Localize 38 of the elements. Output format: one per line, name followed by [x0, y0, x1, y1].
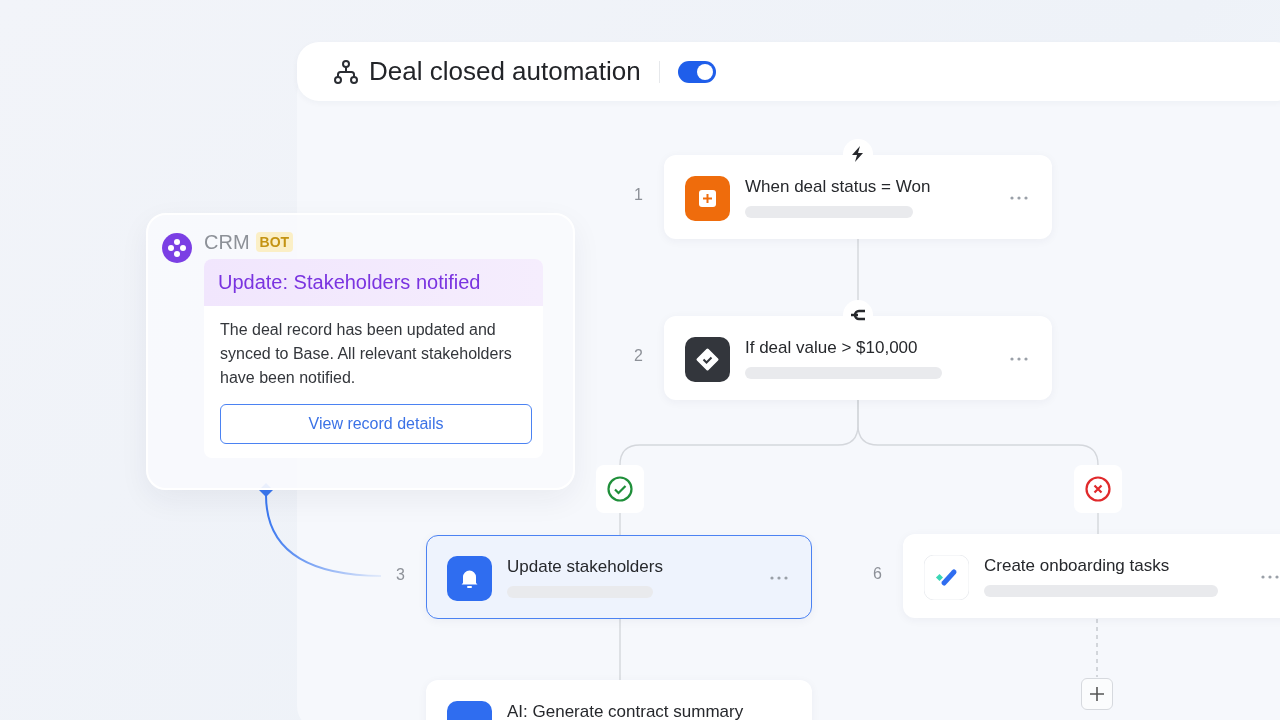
view-details-button[interactable]: View record details [220, 404, 532, 444]
x-circle-icon [1085, 476, 1111, 502]
step-number: 1 [634, 186, 643, 204]
sender-name: CRM [204, 230, 250, 254]
step-card[interactable]: Create onboarding tasks [903, 534, 1280, 618]
more-icon[interactable] [1009, 195, 1029, 201]
branch-icon [850, 308, 866, 322]
bot-badge: BOT [255, 232, 294, 252]
workflow-icon [333, 58, 359, 85]
dashed-line [1096, 618, 1098, 678]
plus-square-icon [685, 176, 730, 221]
step-number: 6 [873, 565, 882, 583]
step-number: 2 [634, 347, 643, 365]
automation-title: Deal closed automation [369, 56, 641, 87]
step-card[interactable]: If deal value > $10,000 [664, 316, 1052, 400]
step-title: AI: Generate contract summary [507, 702, 745, 720]
checkmark-icon [924, 555, 969, 600]
step-card[interactable]: When deal status = Won [664, 155, 1052, 239]
step-title: Create onboarding tasks [984, 556, 1171, 576]
step-title: If deal value > $10,000 [745, 338, 919, 358]
toggle-switch[interactable] [677, 60, 716, 83]
message-text: The deal record has been updated and synced to Base. All relevant stakeholders have been notified. [220, 320, 513, 388]
crm-logo-icon [162, 233, 192, 263]
more-icon[interactable] [1260, 574, 1280, 580]
add-step-button[interactable] [1081, 678, 1113, 710]
more-icon[interactable] [1009, 356, 1029, 362]
step-title: Update stakeholders [507, 557, 664, 577]
message-title: Update: Stakeholders notified [218, 271, 481, 293]
bell-icon [447, 556, 492, 601]
lightning-icon [851, 146, 865, 162]
step-title: When deal status = Won [745, 177, 932, 197]
step-card[interactable]: Update stakeholders [426, 535, 812, 619]
step-card[interactable]: AI: Generate contract summary [426, 680, 812, 720]
diamond-check-icon [685, 337, 730, 382]
step-number: 3 [396, 566, 405, 584]
more-icon[interactable] [769, 575, 789, 581]
plus-icon [1089, 686, 1105, 702]
check-circle-icon [607, 476, 633, 502]
